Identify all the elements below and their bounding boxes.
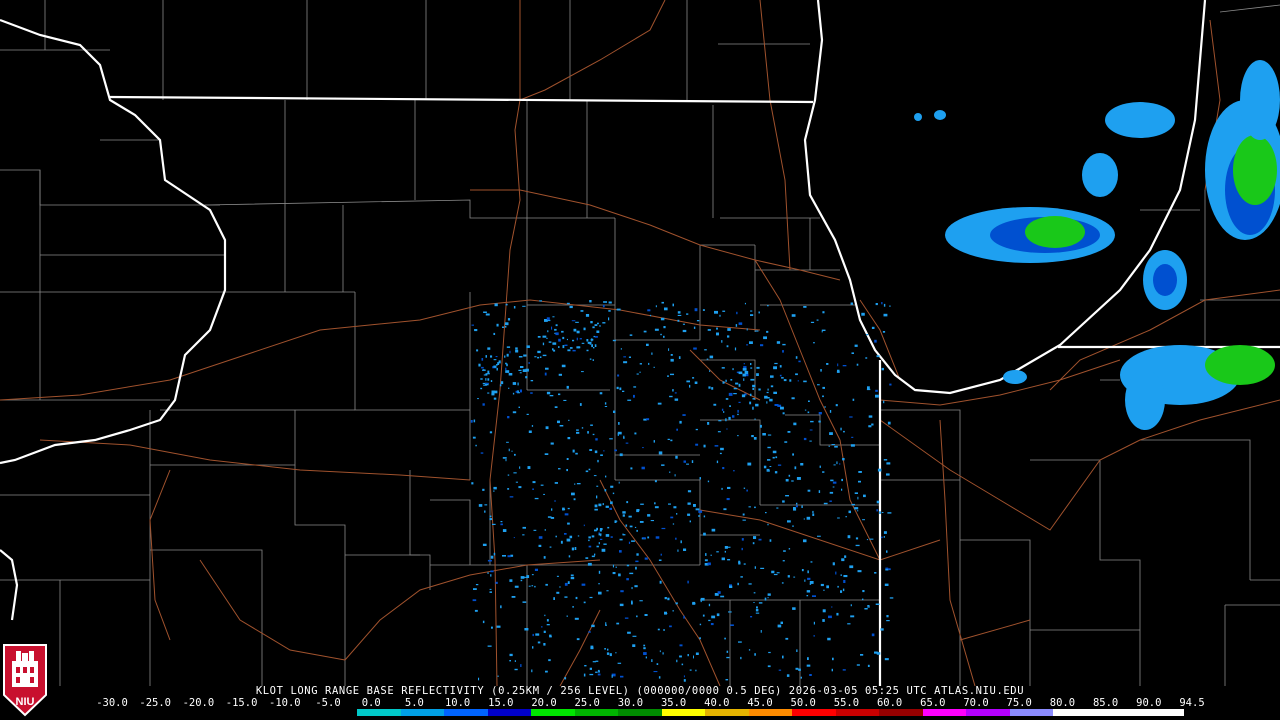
colorbar-tick-label: 50.0 bbox=[790, 697, 816, 709]
colorbar-segment bbox=[966, 709, 1010, 716]
colorbar-segment bbox=[226, 709, 271, 716]
colorbar-tick-label: 35.0 bbox=[660, 697, 687, 709]
colorbar-segment bbox=[792, 709, 836, 716]
niu-logo-icon: NIU bbox=[3, 644, 47, 717]
colorbar-tick-label: -20.0 bbox=[182, 697, 215, 709]
colorbar-segment bbox=[400, 709, 445, 716]
colorbar-segment bbox=[1096, 709, 1141, 716]
colorbar-tick-label: 65.0 bbox=[920, 697, 946, 709]
colorbar-segment bbox=[748, 709, 793, 716]
colorbar-tick-label: 80.0 bbox=[1049, 697, 1076, 709]
colorbar-tick-label: 75.0 bbox=[1006, 697, 1032, 709]
colorbar-segment bbox=[661, 709, 706, 716]
colorbar-segment bbox=[487, 709, 532, 716]
colorbar-tick-label: 40.0 bbox=[704, 697, 730, 709]
colorbar-segment bbox=[183, 709, 227, 716]
colorbar-tick-label: 45.0 bbox=[747, 697, 773, 709]
colorbar-segment bbox=[574, 709, 619, 716]
colorbar-tick-label: -15.0 bbox=[225, 697, 258, 709]
colorbar-segment bbox=[357, 709, 401, 716]
colorbar-segment bbox=[705, 709, 749, 716]
colorbar-segment bbox=[618, 709, 662, 716]
colorbar-tick-label: 15.0 bbox=[488, 697, 514, 709]
colorbar-segment bbox=[444, 709, 488, 716]
colorbar-tick-label: -25.0 bbox=[139, 697, 171, 709]
colorbar-segment bbox=[1053, 709, 1097, 716]
colorbar-segment bbox=[879, 709, 923, 716]
colorbar-segment bbox=[531, 709, 575, 716]
colorbar-segment bbox=[1140, 709, 1184, 716]
colorbar-segment bbox=[96, 709, 140, 716]
colorbar-tick-label: 94.5 bbox=[1179, 697, 1205, 709]
colorbar-tick-label: 30.0 bbox=[617, 697, 644, 709]
colorbar-tick-label: 0.0 bbox=[361, 697, 381, 709]
colorbar-tick-label: -10.0 bbox=[268, 697, 301, 709]
logo-text: NIU bbox=[16, 696, 35, 708]
reflectivity-colorbar bbox=[96, 709, 1184, 716]
colorbar-segment bbox=[270, 709, 314, 716]
product-caption: KLOT LONG RANGE BASE REFLECTIVITY (0.25K… bbox=[255, 685, 1025, 697]
colorbar-tick-label: 10.0 bbox=[444, 697, 471, 709]
colorbar-tick-label: 60.0 bbox=[876, 697, 903, 709]
colorbar-tick-label: 25.0 bbox=[574, 697, 600, 709]
colorbar-tick-label: 5.0 bbox=[404, 697, 424, 709]
colorbar-tick-labels: -30.0 -25.0 -20.0 -15.0 -10.0 -5.0 0.0 5.0 10.0 1… bbox=[92, 697, 1204, 709]
colorbar-segment bbox=[835, 709, 880, 716]
colorbar-segment bbox=[1009, 709, 1054, 716]
colorbar-segment bbox=[139, 709, 184, 716]
colorbar-tick-label: -30.0 bbox=[96, 697, 128, 709]
colorbar-segment bbox=[922, 709, 967, 716]
colorbar-tick-label: 90.0 bbox=[1136, 697, 1162, 709]
colorbar-tick-label: 55.0 bbox=[833, 697, 860, 709]
colorbar-tick-label: 20.0 bbox=[531, 697, 557, 709]
colorbar-tick-label: 85.0 bbox=[1092, 697, 1119, 709]
radar-map bbox=[0, 0, 1280, 686]
colorbar-segment bbox=[313, 709, 358, 716]
colorbar-tick-label: -5.0 bbox=[315, 697, 341, 709]
colorbar-tick-label: 70.0 bbox=[963, 697, 989, 709]
